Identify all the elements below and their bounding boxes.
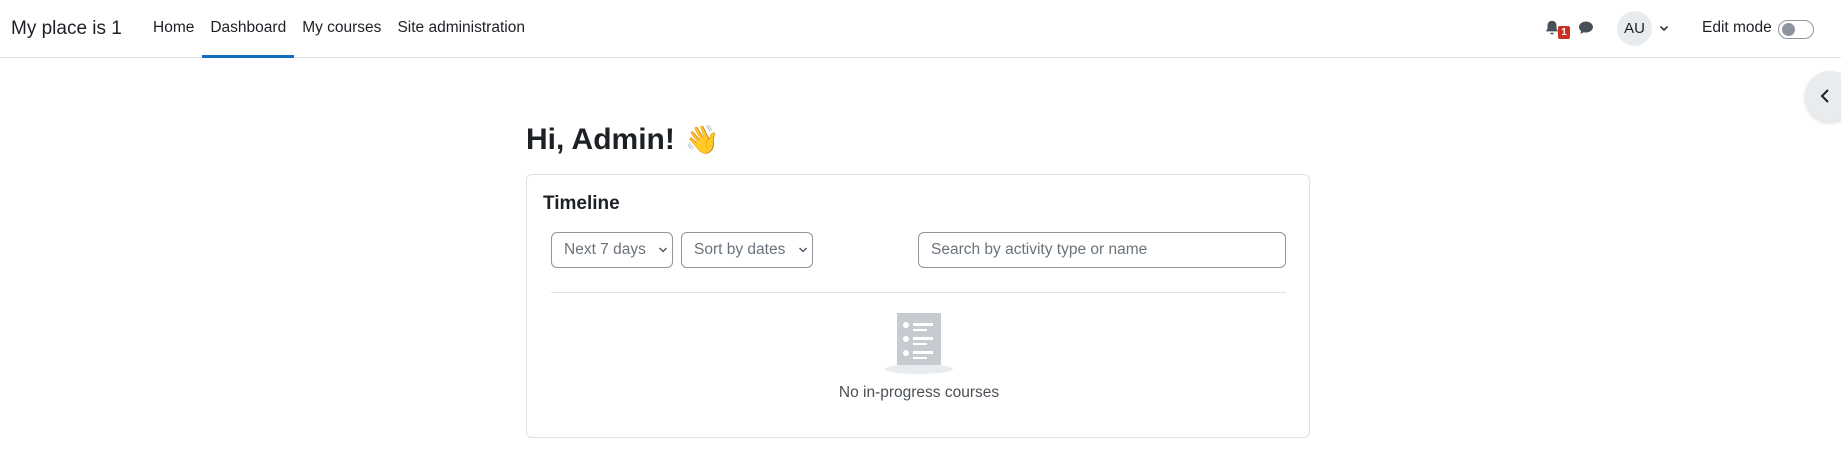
days-filter-label: Next 7 days	[564, 241, 646, 258]
open-block-drawer-button[interactable]	[1805, 71, 1841, 121]
timeline-block: Timeline Next 7 days Sort by dates No in…	[526, 174, 1310, 438]
top-navbar: My place is 1 Home Dashboard My courses …	[0, 0, 1841, 58]
primary-navigation: Home Dashboard My courses Site administr…	[145, 0, 533, 58]
nav-item-dashboard[interactable]: Dashboard	[202, 0, 295, 58]
greeting-text: Hi, Admin!	[526, 123, 675, 156]
edit-mode-toggle-knob	[1782, 23, 1795, 36]
site-name[interactable]: My place is 1	[11, 18, 122, 40]
nav-item-site-administration[interactable]: Site administration	[389, 0, 533, 58]
notification-count-badge: 1	[1558, 26, 1570, 39]
page-greeting-heading: Hi, Admin! 👋	[526, 119, 720, 161]
messages-chat-icon[interactable]	[1578, 20, 1594, 36]
chevron-left-icon	[1820, 89, 1829, 103]
empty-state-message: No in-progress courses	[838, 384, 1000, 401]
waving-hand-icon: 👋	[684, 124, 720, 155]
edit-mode-toggle[interactable]	[1778, 20, 1814, 39]
user-avatar[interactable]: AU	[1617, 11, 1652, 46]
nav-item-my-courses[interactable]: My courses	[294, 0, 389, 58]
timeline-search-input[interactable]	[918, 232, 1286, 268]
sort-filter-dropdown[interactable]: Sort by dates	[681, 232, 813, 268]
chevron-down-icon	[659, 247, 668, 253]
empty-list-illustration-icon	[885, 313, 953, 374]
edit-mode-label: Edit mode	[1702, 19, 1772, 36]
user-menu-chevron-down-icon[interactable]	[1658, 22, 1670, 34]
days-filter-dropdown[interactable]: Next 7 days	[551, 232, 673, 268]
nav-item-home[interactable]: Home	[145, 0, 202, 58]
sort-filter-label: Sort by dates	[694, 241, 786, 258]
timeline-title: Timeline	[543, 193, 620, 214]
chevron-down-icon	[798, 247, 807, 253]
timeline-divider	[551, 292, 1286, 293]
